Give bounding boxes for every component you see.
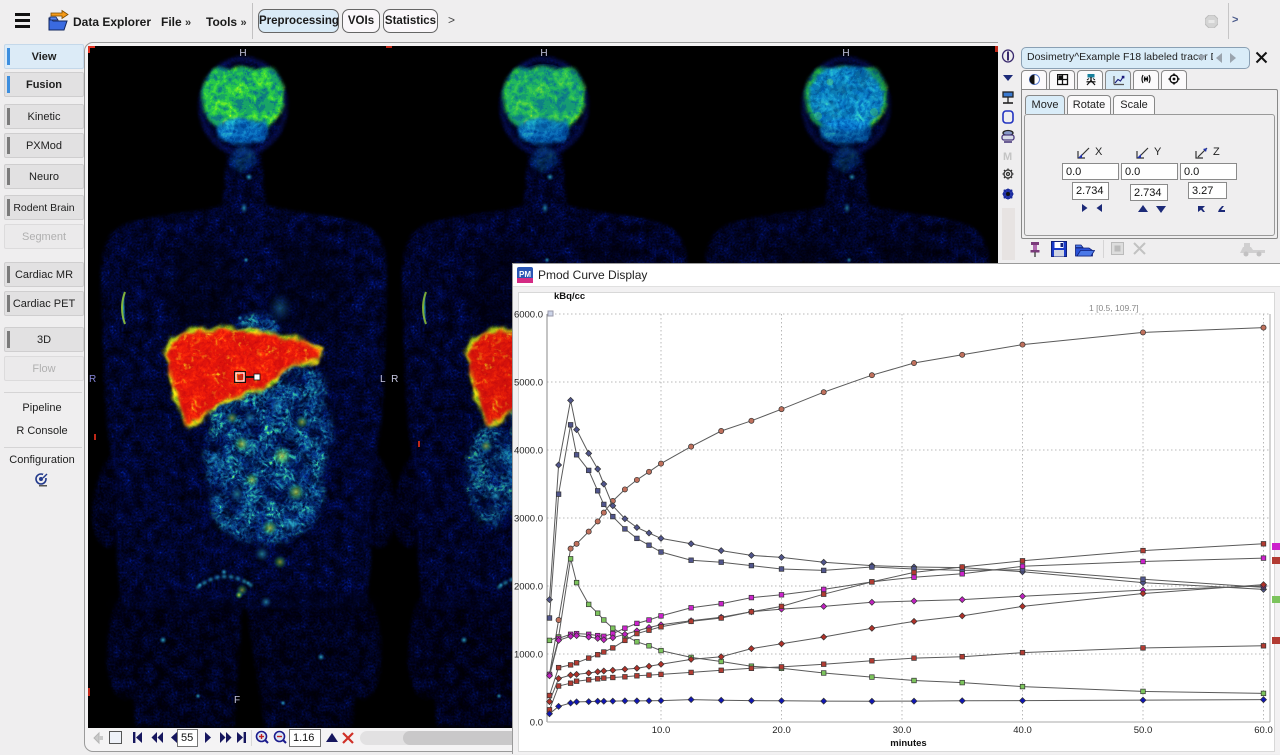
- svg-text:PM: PM: [519, 270, 531, 279]
- svg-text:4000.0: 4000.0: [514, 446, 543, 457]
- svg-text:kBq/cc: kBq/cc: [554, 291, 585, 302]
- svg-text:1 [0.5, 109.7]: 1 [0.5, 109.7]: [1089, 303, 1139, 313]
- svg-text:minutes: minutes: [890, 738, 926, 749]
- svg-text:6000.0: 6000.0: [514, 310, 543, 321]
- svg-text:50.0: 50.0: [1134, 725, 1153, 736]
- svg-text:10.0: 10.0: [652, 725, 671, 736]
- svg-text:M: M: [1003, 151, 1012, 163]
- svg-text:40.0: 40.0: [1013, 725, 1032, 736]
- svg-text:20.0: 20.0: [772, 725, 791, 736]
- svg-text:2000.0: 2000.0: [514, 582, 543, 593]
- svg-text:5000.0: 5000.0: [514, 378, 543, 389]
- svg-text:60.0: 60.0: [1254, 725, 1273, 736]
- svg-text:0.0: 0.0: [530, 718, 543, 729]
- svg-text:30.0: 30.0: [893, 725, 912, 736]
- svg-text:3000.0: 3000.0: [514, 514, 543, 525]
- svg-text:1000.0: 1000.0: [514, 650, 543, 661]
